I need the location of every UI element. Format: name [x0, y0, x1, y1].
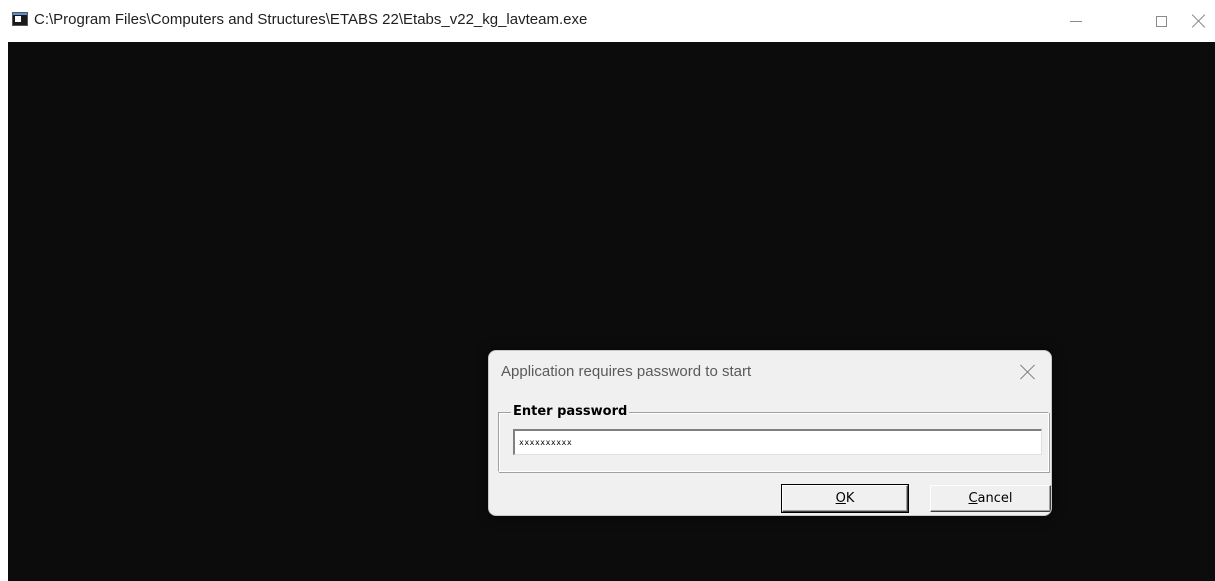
cancel-label-rest: ancel [977, 491, 1013, 506]
ok-mnemonic: O [835, 491, 846, 506]
console-app-icon[interactable] [12, 12, 28, 26]
password-dialog: Application requires password to start E… [488, 350, 1052, 516]
maximize-icon [1155, 15, 1167, 27]
ok-button[interactable]: OK [781, 484, 909, 513]
dialog-title: Application requires password to start [501, 363, 752, 380]
close-icon [1192, 14, 1206, 28]
password-input[interactable] [513, 429, 1042, 455]
password-group-label: Enter password [511, 404, 630, 419]
ok-label-rest: K [845, 491, 855, 506]
dialog-close-icon[interactable] [1020, 364, 1036, 380]
close-button[interactable] [1183, 0, 1215, 42]
cancel-button[interactable]: Cancel [930, 485, 1051, 512]
maximize-button[interactable] [1138, 0, 1184, 42]
minimize-icon [1070, 20, 1082, 22]
minimize-button[interactable] [1053, 0, 1099, 42]
cancel-mnemonic: C [968, 491, 978, 506]
window-title: C:\Program Files\Computers and Structure… [34, 11, 588, 28]
window-titlebar[interactable]: C:\Program Files\Computers and Structure… [8, 0, 1215, 42]
